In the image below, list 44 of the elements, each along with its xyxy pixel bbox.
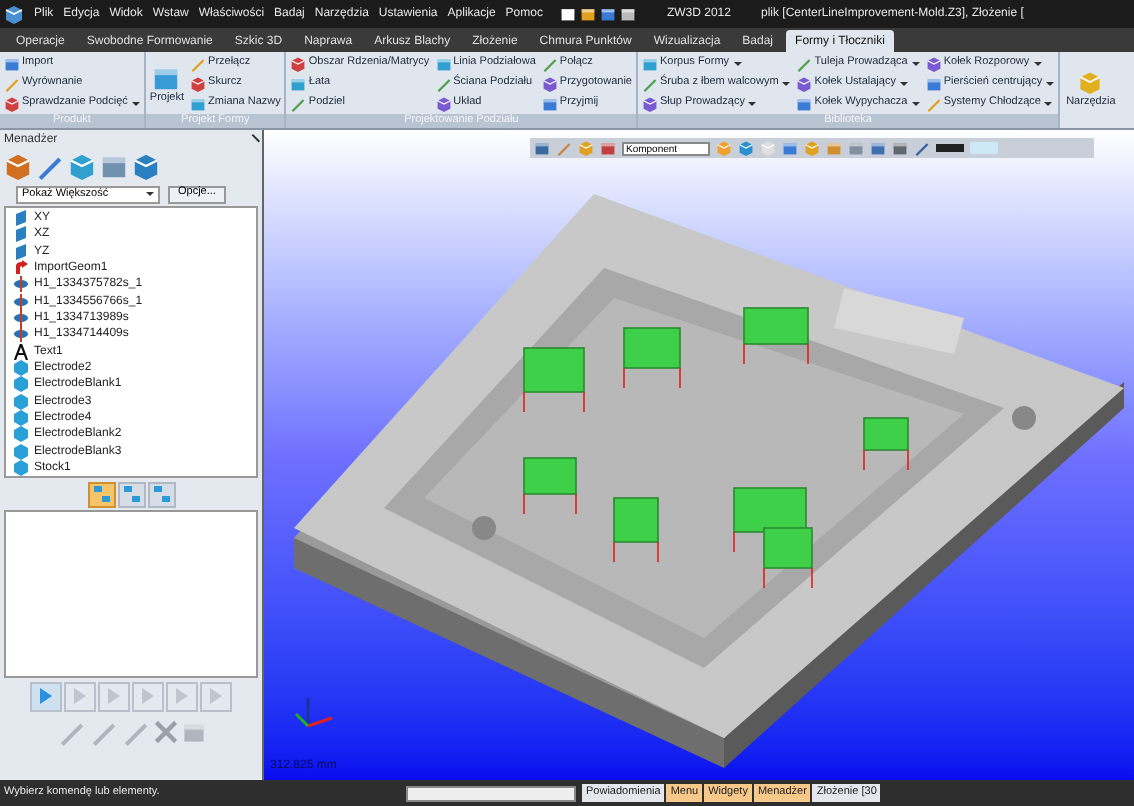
command-icon — [925, 56, 942, 72]
view-mode-button[interactable] — [117, 481, 145, 507]
command-icon — [541, 56, 558, 72]
command-icon — [641, 56, 658, 72]
command-icon — [190, 56, 207, 72]
cube-icon — [738, 140, 754, 156]
view-mode-button[interactable] — [147, 481, 175, 507]
command-icon — [290, 76, 307, 92]
command-icon — [435, 96, 452, 112]
command-icon — [925, 76, 942, 92]
command-icon — [641, 96, 658, 112]
color-swatch[interactable] — [970, 142, 998, 154]
block-icon — [181, 720, 205, 744]
command-icon — [641, 76, 658, 92]
part-icon — [600, 140, 616, 156]
playback-button[interactable] — [30, 681, 62, 711]
color-swatch[interactable] — [936, 144, 964, 152]
play-icon — [106, 688, 122, 704]
view-mode-button[interactable] — [87, 481, 115, 507]
command-icon — [190, 96, 207, 112]
play-icon — [140, 688, 156, 704]
arrow-icon — [14, 260, 28, 277]
command-icon — [290, 56, 307, 72]
command-icon — [190, 76, 207, 92]
command-icon — [541, 76, 558, 92]
command-icon — [4, 56, 20, 72]
app-logo-icon — [4, 4, 24, 24]
command-icon — [541, 96, 558, 112]
command-icon — [796, 76, 813, 92]
text-icon — [14, 343, 28, 360]
play-icon — [38, 688, 54, 704]
caret-icon — [146, 192, 154, 196]
play-icon — [208, 688, 224, 704]
delete-icon[interactable] — [153, 720, 177, 744]
command-icon — [4, 96, 20, 112]
play-icon — [72, 688, 88, 704]
command-icon — [435, 76, 452, 92]
command-field[interactable] — [406, 785, 576, 801]
command-icon — [796, 56, 813, 72]
command-icon — [435, 56, 452, 72]
command-icon — [796, 96, 813, 112]
command-icon — [4, 76, 20, 92]
cube-icon — [716, 140, 732, 156]
play-icon — [174, 688, 190, 704]
